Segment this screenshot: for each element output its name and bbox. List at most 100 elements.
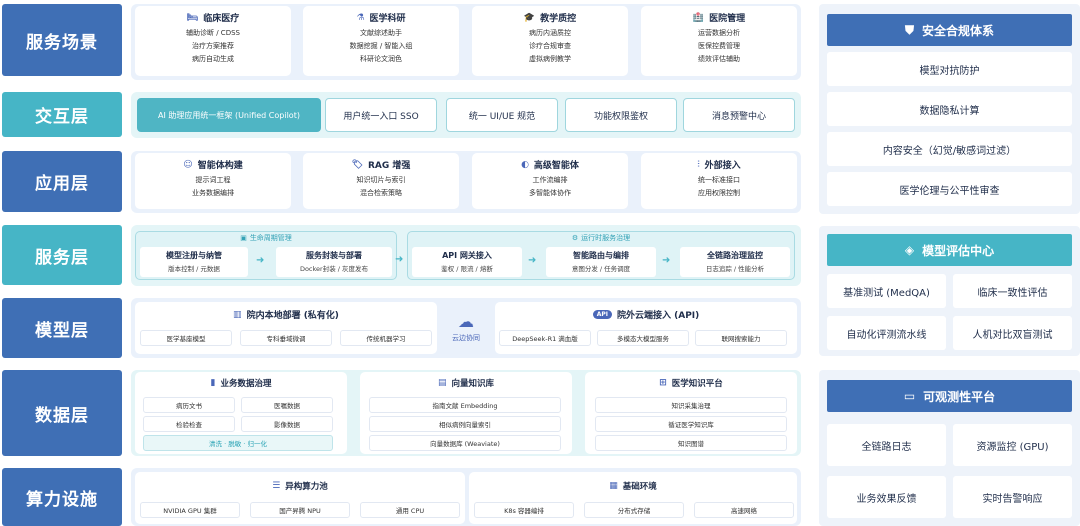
unified-copilot-item[interactable]: AI 助理应用统一框架 (Unified Copilot) bbox=[137, 98, 321, 132]
security-item-privacy[interactable]: 数据隐私计算 bbox=[827, 92, 1072, 126]
kg-graph[interactable]: 知识图谱 bbox=[595, 435, 787, 451]
ui-ue-item[interactable]: 统一 UI/UE 规范 bbox=[446, 98, 558, 132]
layer-label-interaction: 交互层 bbox=[2, 92, 122, 137]
vector-weaviate[interactable]: 向量数据库 (Weaviate) bbox=[369, 435, 561, 451]
data-orders[interactable]: 医嘱数据 bbox=[241, 397, 333, 413]
hospital-icon: 🏥 bbox=[692, 12, 705, 23]
app-card-advanced-agent[interactable]: ◐ 高级智能体 工作流编排 多智能体协作 bbox=[472, 153, 628, 209]
obs-item-gpu[interactable]: 资源监控 (GPU) bbox=[953, 424, 1072, 466]
security-item-adversarial[interactable]: 模型对抗防护 bbox=[827, 52, 1072, 86]
scene-card-clinical[interactable]: 🛏 临床医疗 辅助诊断 / CDSS 治疗方案推荐 病历自动生成 bbox=[135, 6, 291, 76]
app-card-rag[interactable]: 🏷 RAG 增强 知识切片与索引 混合检索策略 bbox=[303, 153, 459, 209]
local-deploy-card: ▥ 院内本地部署 (私有化) bbox=[135, 302, 437, 354]
security-panel: ⛊ 安全合规体系 模型对抗防护 数据隐私计算 内容安全（幻觉/敏感词过滤） 医学伦… bbox=[819, 4, 1080, 214]
vector-embedding[interactable]: 指南文献 Embedding bbox=[369, 397, 561, 413]
scene-card-management[interactable]: 🏥 医院管理 运营数据分析 医保控费管理 绩效评估辅助 bbox=[641, 6, 797, 76]
security-item-ethics[interactable]: 医学伦理与公平性审查 bbox=[827, 172, 1072, 206]
vector-kb-title: ▤ 向量知识库 bbox=[437, 378, 495, 389]
svc-deploy[interactable]: 服务封装与部署 Docker封装 / 灰度发布 bbox=[276, 247, 392, 277]
env-storage[interactable]: 分布式存储 bbox=[584, 502, 684, 518]
env-k8s[interactable]: K8s 容器编排 bbox=[474, 502, 574, 518]
medical-kit-icon: ⊞ bbox=[659, 378, 667, 388]
model-band: ▥ 院内本地部署 (私有化) ☁ 云边协同 API 院外云端接入 (API) bbox=[131, 298, 801, 358]
layers-icon: ▣ bbox=[240, 234, 247, 242]
cloud-edge-link: ☁ 云边协同 bbox=[441, 312, 491, 343]
data-imaging[interactable]: 影像数据 bbox=[241, 416, 333, 432]
app-card-agent-builder[interactable]: ☺ 智能体构建 提示词工程 业务数据编排 bbox=[135, 153, 291, 209]
knowledge-platform-title: ⊞ 医学知识平台 bbox=[659, 378, 723, 389]
model-local-base[interactable]: 医学基座模型 bbox=[140, 330, 232, 346]
arrow-right-icon: ➜ bbox=[256, 255, 265, 266]
server-icon: ▥ bbox=[233, 309, 242, 320]
eval-item-blind[interactable]: 人机对比双盲测试 bbox=[953, 316, 1072, 350]
sso-item[interactable]: 用户统一入口 SSO bbox=[325, 98, 437, 132]
env-network[interactable]: 高速网络 bbox=[694, 502, 794, 518]
security-header: ⛊ 安全合规体系 bbox=[827, 14, 1072, 46]
permission-item[interactable]: 功能权限鉴权 bbox=[565, 98, 677, 132]
svc-api-gateway[interactable]: API 网关接入 鉴权 / 限流 / 熔断 bbox=[412, 247, 522, 277]
obs-item-alert[interactable]: 实时告警响应 bbox=[953, 476, 1072, 518]
alert-center-item[interactable]: 消息预警中心 bbox=[683, 98, 795, 132]
eval-item-pipeline[interactable]: 自动化评测流水线 bbox=[827, 316, 946, 350]
svc-monitoring[interactable]: 全链路治理监控 日志追踪 / 性能分析 bbox=[680, 247, 790, 277]
vector-similar-cases[interactable]: 相似病例向量索引 bbox=[369, 416, 561, 432]
flask-icon: ⚗ bbox=[356, 12, 365, 23]
model-remote-search[interactable]: 联网搜索能力 bbox=[695, 330, 787, 346]
brain-icon: ◐ bbox=[521, 159, 529, 170]
app-card-external[interactable]: ⫶ 外部接入 统一标准接口 应用权限控制 bbox=[641, 153, 797, 209]
data-emr[interactable]: 病历文书 bbox=[143, 397, 235, 413]
evaluation-header: ◈ 模型评估中心 bbox=[827, 234, 1072, 266]
service-band: ▣ 生命周期管理 模型注册与纳管 版本控制 / 元数据 ➜ 服务封装与部署 Docke… bbox=[131, 225, 801, 286]
layer-label-service-scene: 服务场景 bbox=[2, 4, 122, 76]
runtime-group: ⚙ 运行时服务治理 API 网关接入 鉴权 / 限流 / 熔断 ➜ 智能路由与编排意… bbox=[407, 231, 795, 280]
monitor-icon: ▭ bbox=[903, 389, 916, 403]
database-icon: ▤ bbox=[437, 378, 447, 388]
application-band: ☺ 智能体构建 提示词工程 业务数据编排 🏷 RAG 增强 知识切片与索引 混合检索策略… bbox=[131, 151, 801, 213]
eval-item-clinical[interactable]: 临床一致性评估 bbox=[953, 274, 1072, 308]
observability-header: ▭ 可观测性平台 bbox=[827, 380, 1072, 412]
security-item-content[interactable]: 内容安全（幻觉/敏感词过滤） bbox=[827, 132, 1072, 166]
data-cleaning-badge: 清洗 · 脱敏 · 归一化 bbox=[143, 435, 333, 451]
compute-cpu[interactable]: 通用 CPU bbox=[360, 502, 460, 518]
interaction-band: AI 助理应用统一框架 (Unified Copilot) 用户统一入口 SSO… bbox=[131, 92, 801, 138]
obs-item-logs[interactable]: 全链路日志 bbox=[827, 424, 946, 466]
base-env-title: ▦ 基础环境 bbox=[609, 481, 657, 492]
observability-panel: ▭ 可观测性平台 全链路日志 资源监控 (GPU) 业务效果反馈 实时告警响应 bbox=[819, 370, 1080, 526]
evaluation-panel: ◈ 模型评估中心 基准测试 (MedQA) 临床一致性评估 自动化评测流水线 人机… bbox=[819, 226, 1080, 356]
model-remote-deepseek[interactable]: DeepSeek-R1 满血版 bbox=[499, 330, 591, 346]
eval-item-benchmark[interactable]: 基准测试 (MedQA) bbox=[827, 274, 946, 308]
robot-icon: ☺ bbox=[183, 159, 193, 170]
model-local-ml[interactable]: 传统机器学习 bbox=[340, 330, 432, 346]
kg-collection[interactable]: 知识采集治理 bbox=[595, 397, 787, 413]
arrow-right-icon: ➜ bbox=[662, 255, 671, 266]
data-lab[interactable]: 检验检查 bbox=[143, 416, 235, 432]
compute-pool-title: ☰ 异构算力池 bbox=[272, 481, 328, 492]
layer-label-model: 模型层 bbox=[2, 298, 122, 358]
remote-api-card: API 院外云端接入 (API) bbox=[495, 302, 797, 354]
stack-icon: ☰ bbox=[272, 481, 281, 491]
arrow-right-icon: ➜ bbox=[528, 255, 537, 266]
obs-item-feedback[interactable]: 业务效果反馈 bbox=[827, 476, 946, 518]
compute-npu[interactable]: 国产昇腾 NPU bbox=[250, 502, 350, 518]
model-remote-multimodal[interactable]: 多模态大模型服务 bbox=[597, 330, 689, 346]
lifecycle-group: ▣ 生命周期管理 模型注册与纳管 版本控制 / 元数据 ➜ 服务封装与部署 Docke… bbox=[135, 231, 397, 280]
kg-evidence[interactable]: 循证医学知识库 bbox=[595, 416, 787, 432]
svc-model-registry[interactable]: 模型注册与纳管 版本控制 / 元数据 bbox=[140, 247, 248, 277]
scene-band: 🛏 临床医疗 辅助诊断 / CDSS 治疗方案推荐 病历自动生成 ⚗ 医学科研 文献综述… bbox=[131, 4, 801, 80]
graduation-cap-icon: 🎓 bbox=[523, 12, 536, 23]
gear-icon: ⚙ bbox=[571, 234, 579, 242]
sliders-icon: ⫶ bbox=[697, 159, 700, 170]
printer-icon: ▦ bbox=[609, 481, 618, 491]
cube-icon: ◈ bbox=[904, 243, 915, 257]
cloud-link-icon: ☁ bbox=[458, 312, 474, 331]
svc-routing[interactable]: 智能路由与编排 意图分发 / 任务调度 bbox=[546, 247, 656, 277]
governance-title: ▮ 业务数据治理 bbox=[210, 378, 272, 389]
bar-chart-icon: ▮ bbox=[210, 378, 216, 388]
tag-icon: 🏷 bbox=[351, 159, 363, 170]
scene-card-research[interactable]: ⚗ 医学科研 文献综述助手 数据挖掘 / 智能入组 科研论文润色 bbox=[303, 6, 459, 76]
compute-gpu[interactable]: NVIDIA GPU 集群 bbox=[140, 502, 240, 518]
model-local-finetune[interactable]: 专科垂域微调 bbox=[240, 330, 332, 346]
layer-label-compute: 算力设施 bbox=[2, 468, 122, 526]
api-badge: API bbox=[592, 310, 612, 319]
scene-card-teaching[interactable]: 🎓 教学质控 病历内涵质控 诊疗合规审查 虚拟病例教学 bbox=[472, 6, 628, 76]
